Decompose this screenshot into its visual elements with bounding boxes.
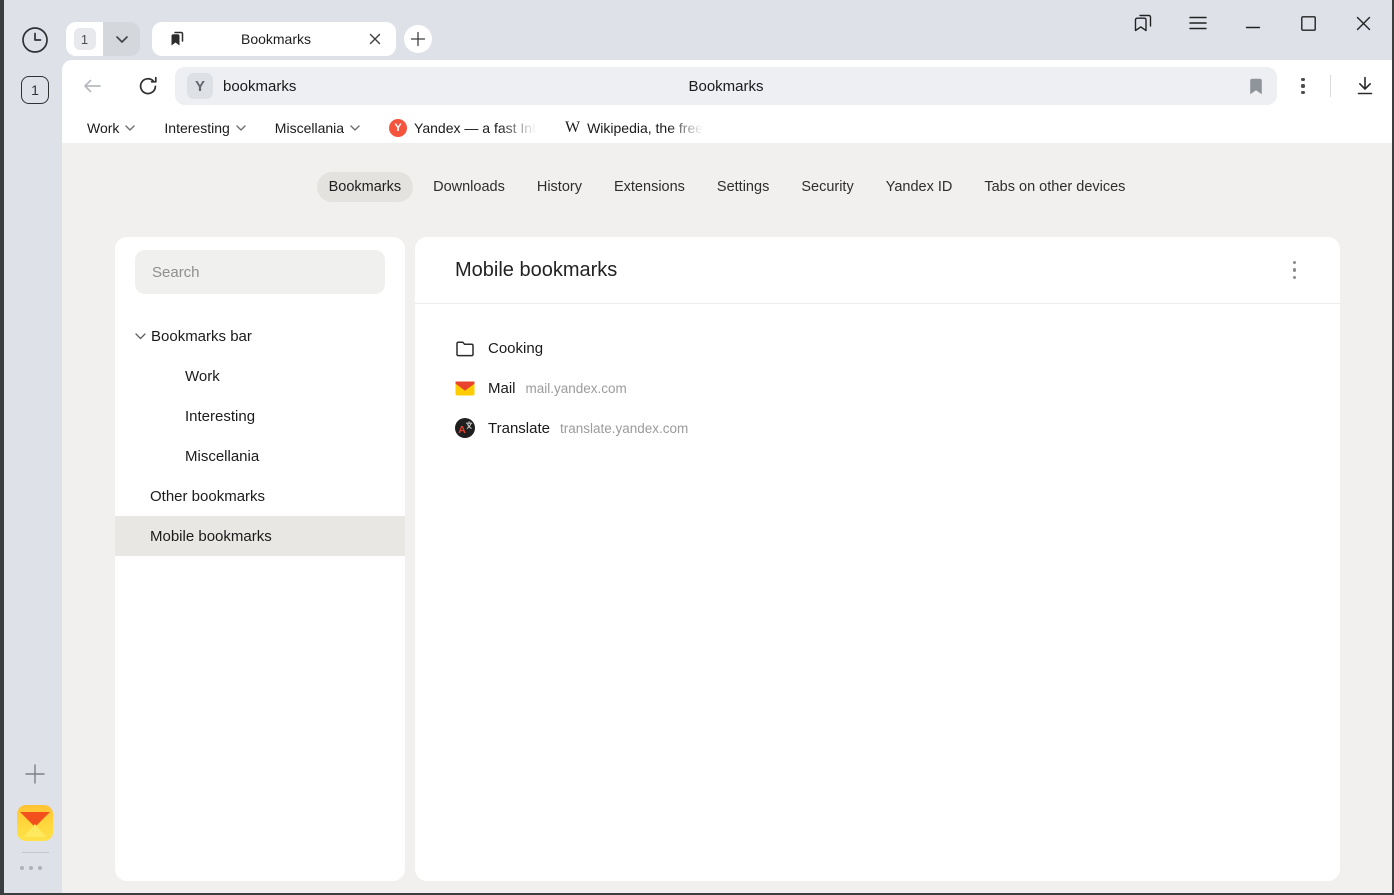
manager-nav-tabs: Bookmarks Downloads History Extensions S… [62, 172, 1392, 202]
tab-group-chip[interactable]: 1 [66, 22, 140, 56]
tab-history[interactable]: History [525, 172, 594, 202]
list-item-translate[interactable]: A Translate translate.yandex.com [415, 408, 1340, 448]
tab-yandex-id[interactable]: Yandex ID [874, 172, 965, 202]
tab-title: Bookmarks [186, 31, 366, 47]
bookmarks-bar-link-wikipedia[interactable]: W Wikipedia, the free [565, 119, 703, 137]
bookmark-flag-icon[interactable] [1249, 78, 1263, 95]
more-dots-icon[interactable] [20, 866, 52, 870]
tree-item-label: Work [185, 368, 220, 385]
tab-close-icon[interactable] [366, 30, 384, 48]
page-title: Mobile bookmarks [455, 259, 617, 282]
folder-label: Interesting [164, 120, 229, 136]
tree-item-mobile-bookmarks[interactable]: Mobile bookmarks [115, 516, 405, 556]
bookmarks-bar-link-yandex[interactable]: Y Yandex — a fast Int [389, 119, 536, 137]
list-item-mail[interactable]: Mail mail.yandex.com [415, 368, 1340, 408]
mail-body-shape [24, 824, 46, 837]
tree-item-interesting[interactable]: Interesting [115, 396, 405, 436]
site-favicon: Y [187, 73, 213, 99]
toolbar-kebab-menu-icon[interactable] [1291, 74, 1315, 98]
history-clock-icon[interactable] [21, 26, 49, 54]
bookmarks-bar: Work Interesting Miscellania Y Yandex — … [62, 112, 1392, 143]
link-label: Yandex — a fast Int [414, 120, 536, 136]
tab-downloads[interactable]: Downloads [421, 172, 517, 202]
list-item-cooking[interactable]: Cooking [415, 328, 1340, 368]
tab-group-count[interactable]: 1 [66, 22, 103, 56]
sidebar-divider [22, 852, 49, 853]
bookmark-label: Mail [488, 380, 516, 397]
tab-panels-icon[interactable] [1131, 11, 1155, 35]
tab-counter[interactable]: 1 [21, 76, 49, 104]
tab-group-chevron-down-icon[interactable] [103, 22, 140, 56]
yandex-mail-favicon [455, 378, 475, 398]
bookmarks-manager-page: Bookmarks Downloads History Extensions S… [62, 143, 1392, 893]
tree-item-label: Mobile bookmarks [150, 528, 272, 545]
yandex-mail-app-icon[interactable] [17, 805, 53, 841]
new-tab-button[interactable] [404, 25, 432, 53]
yandex-favicon: Y [389, 119, 407, 137]
window-controls [1131, 11, 1375, 35]
bookmark-url: translate.yandex.com [560, 421, 688, 436]
folder-label: Work [87, 120, 119, 136]
tab-other-devices[interactable]: Tabs on other devices [972, 172, 1137, 202]
tab-extensions[interactable]: Extensions [602, 172, 697, 202]
bookmarks-bar-folder-interesting[interactable]: Interesting [164, 120, 245, 136]
download-icon[interactable] [1353, 74, 1377, 98]
address-bar[interactable]: Y bookmarks Bookmarks [175, 67, 1277, 105]
bookmarks-bar-folder-miscellania[interactable]: Miscellania [275, 120, 360, 136]
back-icon[interactable] [80, 75, 104, 97]
chevron-down-icon [350, 125, 360, 131]
panels-container: Bookmarks bar Work Interesting Miscellan… [115, 237, 1340, 881]
window-border-left [0, 0, 4, 895]
reload-icon[interactable] [136, 74, 160, 98]
tree-item-label: Bookmarks bar [151, 328, 252, 345]
bookmark-label: Cooking [488, 340, 543, 357]
add-panel-icon[interactable] [23, 762, 47, 786]
search-input[interactable] [135, 250, 385, 294]
panel-kebab-menu-icon[interactable] [1289, 257, 1301, 284]
panel-header: Mobile bookmarks [415, 237, 1340, 303]
bookmarks-tree: Bookmarks bar Work Interesting Miscellan… [115, 316, 405, 556]
tree-item-other-bookmarks[interactable]: Other bookmarks [115, 476, 405, 516]
tree-item-miscellania[interactable]: Miscellania [115, 436, 405, 476]
tab-bookmarks[interactable]: Bookmarks [317, 172, 414, 202]
tab-counter-value: 1 [31, 82, 39, 98]
tab-group-badge: 1 [74, 28, 96, 50]
bookmarks-content-panel: Mobile bookmarks Cooking Mail mail.yande… [415, 237, 1340, 881]
chevron-down-icon [236, 125, 246, 131]
tree-item-label: Miscellania [185, 448, 259, 465]
tab-security[interactable]: Security [789, 172, 865, 202]
app-sidebar: 1 [4, 0, 62, 895]
tree-item-work[interactable]: Work [115, 356, 405, 396]
yandex-translate-favicon: A [455, 418, 475, 438]
bookmarks-tree-panel: Bookmarks bar Work Interesting Miscellan… [115, 237, 405, 881]
close-icon[interactable] [1351, 11, 1375, 35]
bookmark-label: Translate [488, 420, 550, 437]
minimize-icon[interactable] [1241, 11, 1265, 35]
url-text[interactable]: bookmarks [223, 78, 296, 95]
address-bar-page-title: Bookmarks [175, 78, 1277, 95]
link-label: Wikipedia, the free [587, 120, 703, 136]
tab-strip: 1 Bookmarks [62, 0, 1392, 60]
folder-label: Miscellania [275, 120, 344, 136]
svg-text:A: A [458, 424, 466, 436]
menu-icon[interactable] [1186, 11, 1210, 35]
folder-icon [455, 338, 475, 358]
bookmark-url: mail.yandex.com [526, 381, 627, 396]
maximize-icon[interactable] [1296, 11, 1320, 35]
browser-tab-bookmarks[interactable]: Bookmarks [152, 22, 396, 56]
tree-item-label: Other bookmarks [150, 488, 265, 505]
tree-item-label: Interesting [185, 408, 255, 425]
chevron-down-icon[interactable] [135, 333, 147, 340]
browser-toolbar: Y bookmarks Bookmarks [62, 60, 1392, 112]
tab-settings[interactable]: Settings [705, 172, 781, 202]
toolbar-separator [1330, 75, 1331, 97]
tree-item-bookmarks-bar[interactable]: Bookmarks bar [115, 316, 405, 356]
bookmarks-list: Cooking Mail mail.yandex.com A Translate… [415, 304, 1340, 448]
bookmark-tab-icon [168, 30, 186, 48]
bookmarks-bar-folder-work[interactable]: Work [87, 120, 135, 136]
wikipedia-w-favicon: W [565, 119, 580, 137]
chevron-down-icon [125, 125, 135, 131]
